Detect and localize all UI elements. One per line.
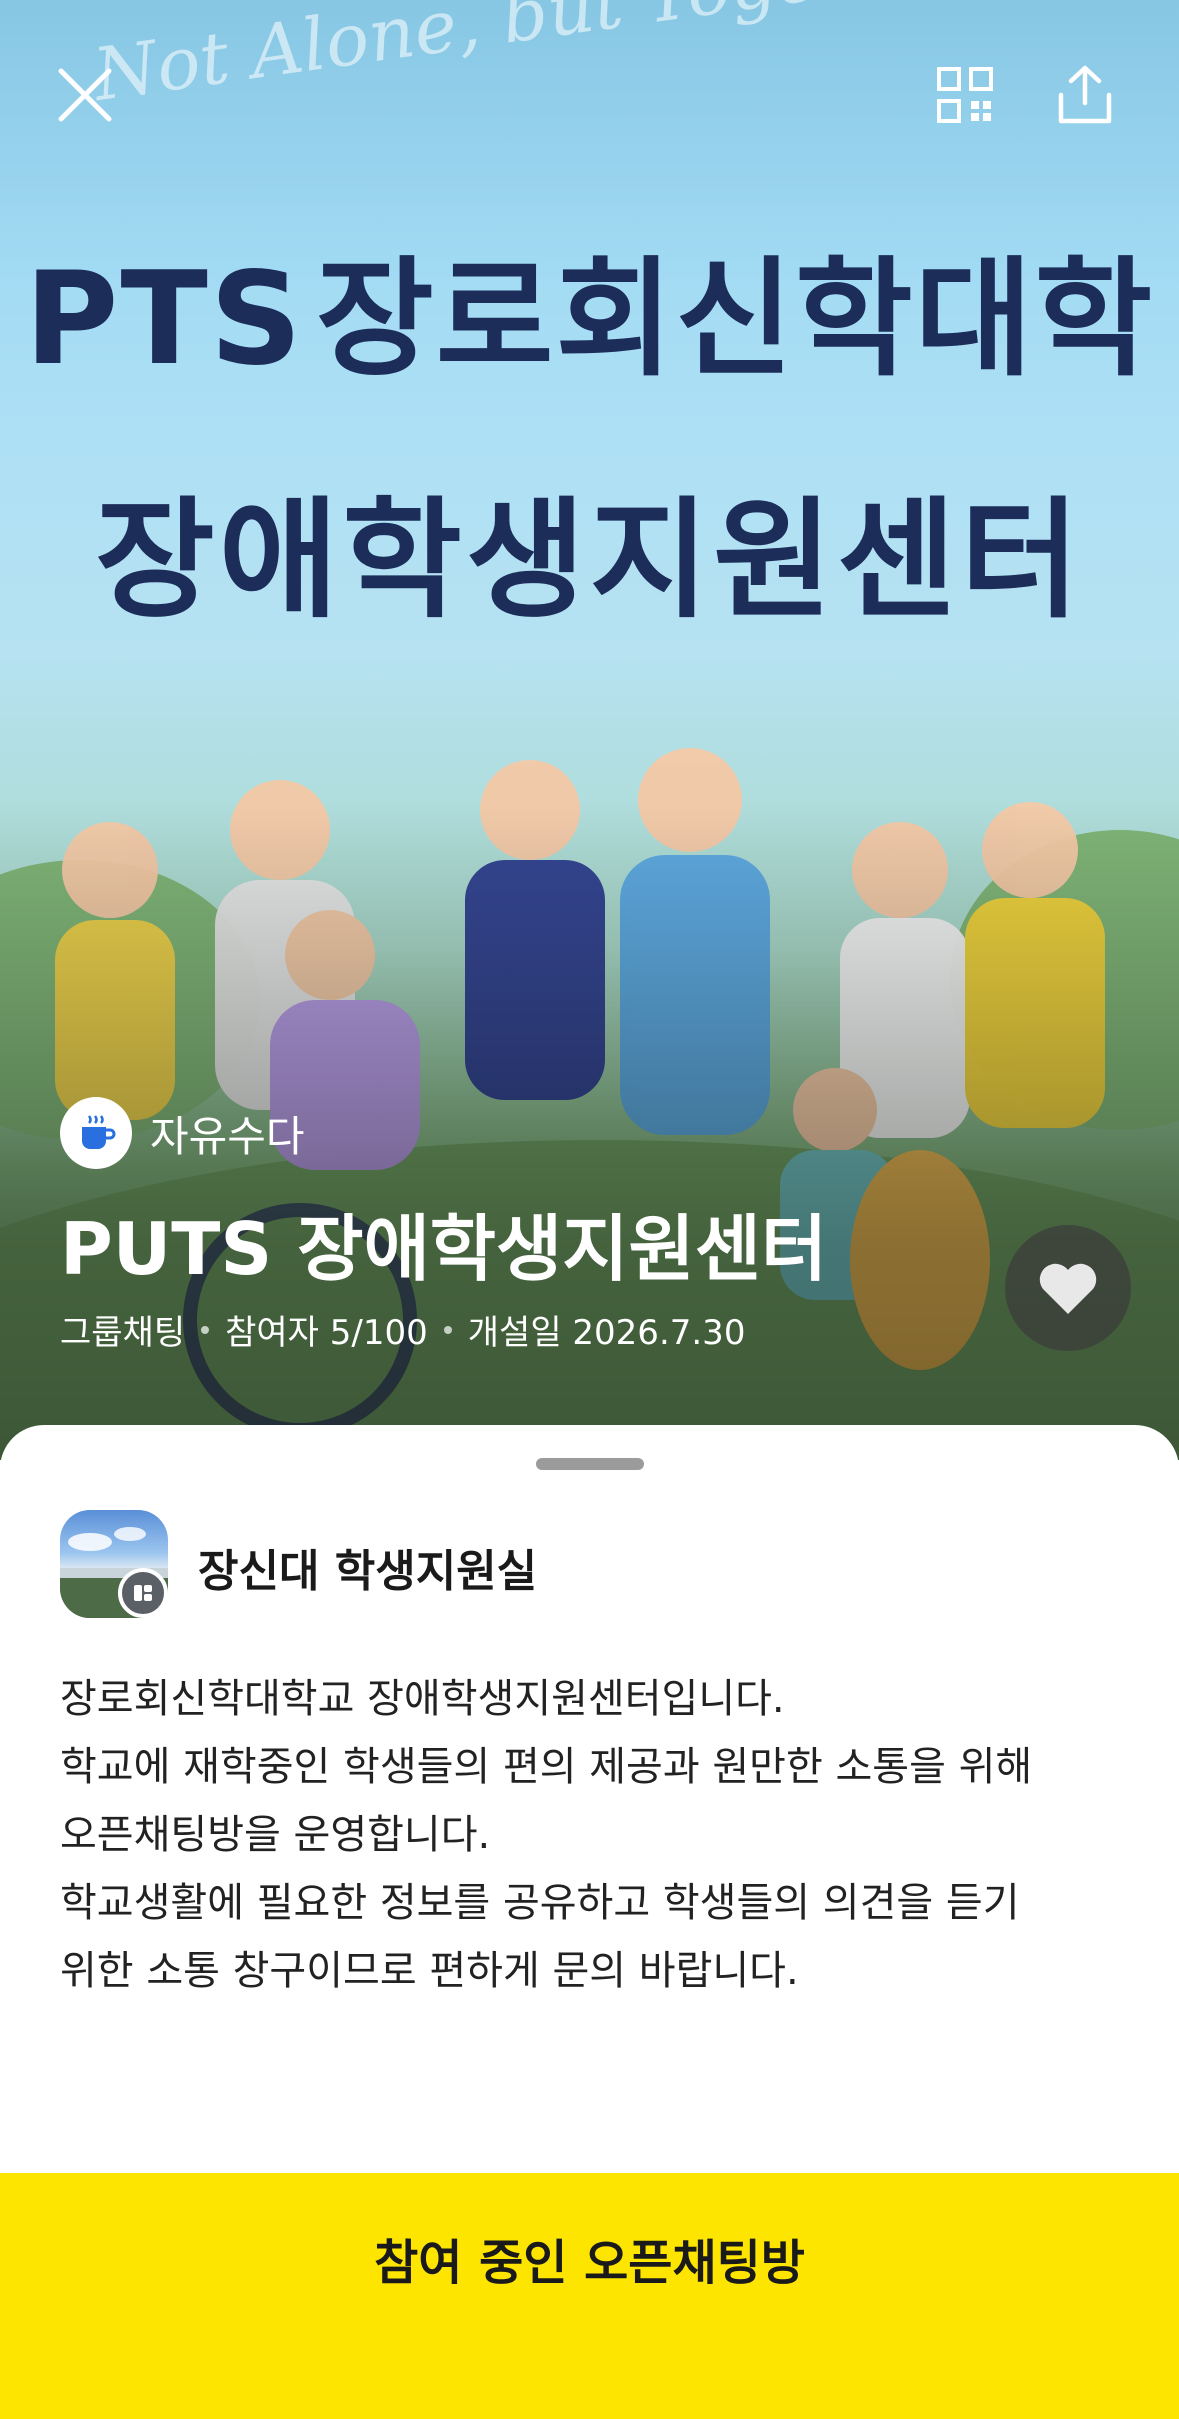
description-line: 학교에 재학중인 학생들의 편의 제공과 원만한 소통을 위해 [60,1744,1033,1790]
sheet-drag-handle[interactable] [536,1458,644,1470]
description-line: 학교생활에 필요한 정보를 공유하고 학생들의 의견을 듣기 [60,1880,1020,1926]
meta-separator [443,1325,452,1334]
room-type: 그룹채팅 [60,1313,186,1353]
coffee-cup-icon [60,1097,132,1169]
room-opened-date: 개설일 2026.7.30 [467,1313,746,1353]
share-button[interactable] [1045,55,1125,135]
like-button[interactable] [1005,1225,1131,1351]
share-icon [1058,65,1112,124]
qr-code-button[interactable] [925,55,1005,135]
page-badge-icon [118,1568,168,1618]
room-category: 자유수다 [60,1097,305,1169]
banner-title-line1: PTS장로회신학대학 [0,215,1179,400]
description-line: 오픈채팅방을 운영합니다. [60,1812,491,1858]
joined-openchat-label: 참여 중인 오픈채팅방 [374,2235,805,2291]
qr-code-icon [937,67,993,123]
cover-image: Not Alone, but Together! PTS장로회신학대학 장애학생… [0,0,1179,1460]
host-name[interactable]: 장신대 학생지원실 [198,1535,537,1599]
description-line: 장로회신학대학교 장애학생지원센터입니다. [60,1676,785,1722]
heart-icon [1039,1263,1097,1314]
meta-separator [201,1325,210,1334]
room-description: 장로회신학대학교 장애학생지원센터입니다. 학교에 재학중인 학생들의 편의 제… [60,1665,1130,2005]
room-title: PUTS 장애학생지원센터 [60,1207,828,1291]
room-meta: 그룹채팅 참여자 5/100 개설일 2026.7.30 [60,1305,745,1354]
school-logo: PTS [24,245,304,394]
description-line: 위한 소통 창구이므로 편하게 문의 바랍니다. [60,1948,799,1994]
room-participants: 참여자 5/100 [225,1313,428,1353]
room-category-label: 자유수다 [150,1111,305,1161]
close-button[interactable] [45,55,125,135]
banner-title-line2: 장애학생지원센터 [95,484,1084,636]
banner-title-text: 장로회신학대학 [315,245,1155,394]
joined-openchat-button[interactable]: 참여 중인 오픈채팅방 [0,2173,1179,2419]
close-icon [58,68,112,122]
